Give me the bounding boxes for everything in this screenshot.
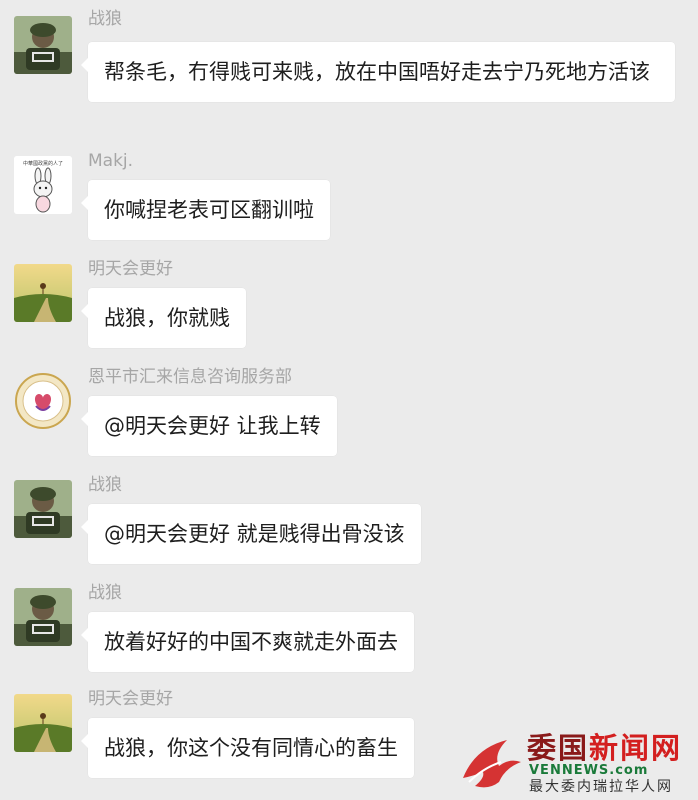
emblem-avatar[interactable] [14, 372, 72, 430]
watermark-title: 委国新闻网 [527, 732, 682, 764]
message-bubble[interactable]: 战狼，你就贱 [81, 288, 246, 348]
sender-name: 明天会更好 [88, 689, 173, 709]
sender-name: 战狼 [88, 583, 122, 603]
soldier-avatar[interactable] [14, 588, 72, 646]
sender-name: 战狼 [88, 9, 122, 29]
soldier-avatar[interactable] [14, 16, 72, 74]
message-bubble[interactable]: 放着好好的中国不爽就走外面去 [81, 612, 414, 672]
message-bubble[interactable]: 你喊捏老表可区翻训啦 [81, 180, 330, 240]
watermark-domain: VENNEWS.com [529, 763, 649, 778]
sender-name: 恩平市汇来信息咨询服务部 [88, 367, 292, 387]
avatar-caption: 中華國政黨的人了 [23, 160, 63, 167]
watermark-logo-icon [463, 740, 521, 788]
watermark-title-part1: 委国 [527, 731, 590, 765]
soldier-avatar[interactable] [14, 480, 72, 538]
chat-window: 战狼 帮条毛，冇得贱可来贱，放在中国唔好走去宁乃死地方活该 中華國政黨的人了 M… [0, 0, 698, 800]
site-watermark: 委国新闻网 VENNEWS.com 最大委内瑞拉华人网 [455, 728, 695, 798]
landscape-avatar[interactable] [14, 694, 72, 752]
message-bubble[interactable]: @明天会更好 让我上转 [81, 396, 337, 456]
landscape-avatar[interactable] [14, 264, 72, 322]
sender-name: 战狼 [88, 475, 122, 495]
message-bubble[interactable]: @明天会更好 就是贱得出骨没该 [81, 504, 421, 564]
message-bubble[interactable]: 战狼，你这个没有同情心的畜生 [81, 718, 414, 778]
watermark-title-part2: 新闻网 [589, 731, 683, 765]
sender-name: 明天会更好 [88, 259, 173, 279]
rabbit-avatar[interactable]: 中華國政黨的人了 [14, 156, 72, 214]
watermark-subtitle: 最大委内瑞拉华人网 [529, 779, 673, 795]
sender-name: Makj. [88, 151, 134, 171]
message-bubble[interactable]: 帮条毛，冇得贱可来贱，放在中国唔好走去宁乃死地方活该 [81, 42, 675, 102]
